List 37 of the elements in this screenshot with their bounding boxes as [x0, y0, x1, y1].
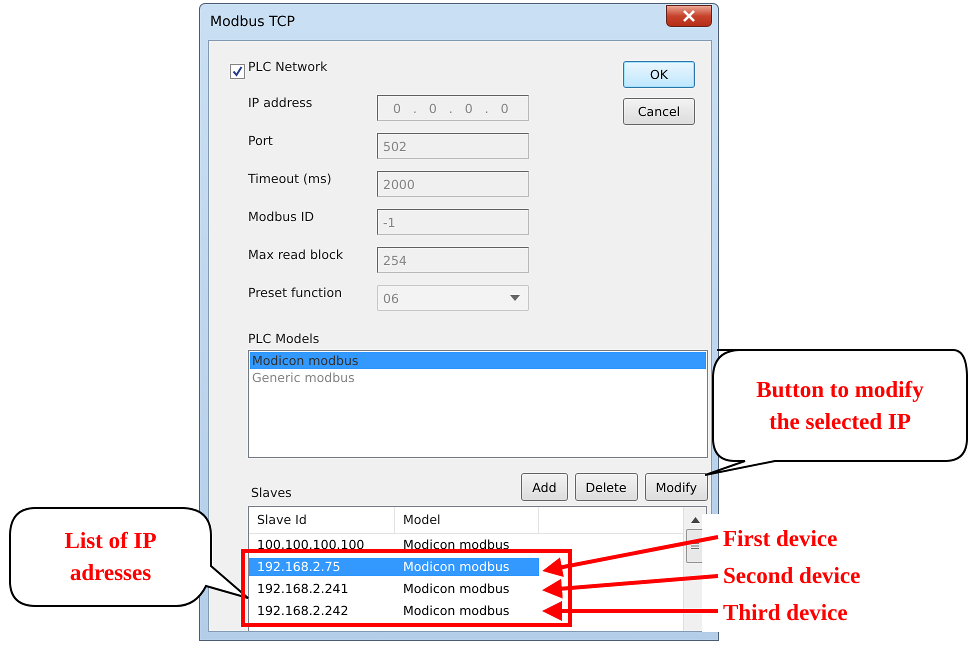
section-label: Slaves: [250, 484, 293, 500]
close-icon: [682, 10, 696, 22]
table-cell-text: Modicon modbus: [402, 536, 510, 554]
dialog-button[interactable]: Cancel: [623, 98, 695, 125]
action-button[interactable]: Add: [521, 473, 568, 501]
action-button[interactable]: Modify: [644, 473, 708, 501]
field-label: Preset function: [248, 285, 344, 300]
table-cell: 192.168.2.75: [249, 558, 395, 576]
table-cell: Modicon modbus: [395, 558, 539, 576]
table-cell-text: 100.100.100.100: [256, 536, 366, 554]
action-button[interactable]: Delete: [574, 473, 638, 501]
field-label: Timeout (ms): [248, 171, 332, 186]
close-button[interactable]: [666, 5, 712, 27]
device-label: Third device: [723, 599, 849, 627]
field-label: IP address: [248, 95, 314, 110]
table-cell-text: 192.168.2.242: [256, 602, 350, 620]
list-item[interactable]: Modicon modbus: [250, 352, 706, 369]
callout-text: List of IP adresses: [64, 527, 156, 587]
column-header[interactable]: Model: [395, 507, 539, 533]
field-label: Max read block: [248, 247, 344, 262]
checkbox-label: PLC Network: [248, 59, 328, 74]
scroll-up-icon[interactable]: [690, 517, 700, 523]
field-label: Modbus ID: [248, 209, 316, 224]
table-cell-text: Modicon modbus: [402, 580, 510, 598]
window-title: Modbus TCP: [209, 14, 295, 30]
plc-network-checkbox[interactable]: [230, 64, 245, 78]
list-item[interactable]: Generic modbus: [250, 369, 706, 386]
caret-icon: [510, 295, 520, 301]
section-label: PLC Models: [248, 331, 320, 346]
device-label: First device: [723, 525, 838, 553]
table-cell-text: 192.168.2.241: [256, 580, 350, 598]
device-label: Second device: [723, 562, 862, 590]
column-header[interactable]: Slave Id: [249, 507, 395, 533]
callout-text: Button to modify the selected IP: [756, 376, 924, 436]
field-label: Port: [248, 133, 274, 148]
table-cell-text: Modicon modbus: [402, 602, 510, 620]
dialog-button[interactable]: OK: [623, 61, 695, 88]
